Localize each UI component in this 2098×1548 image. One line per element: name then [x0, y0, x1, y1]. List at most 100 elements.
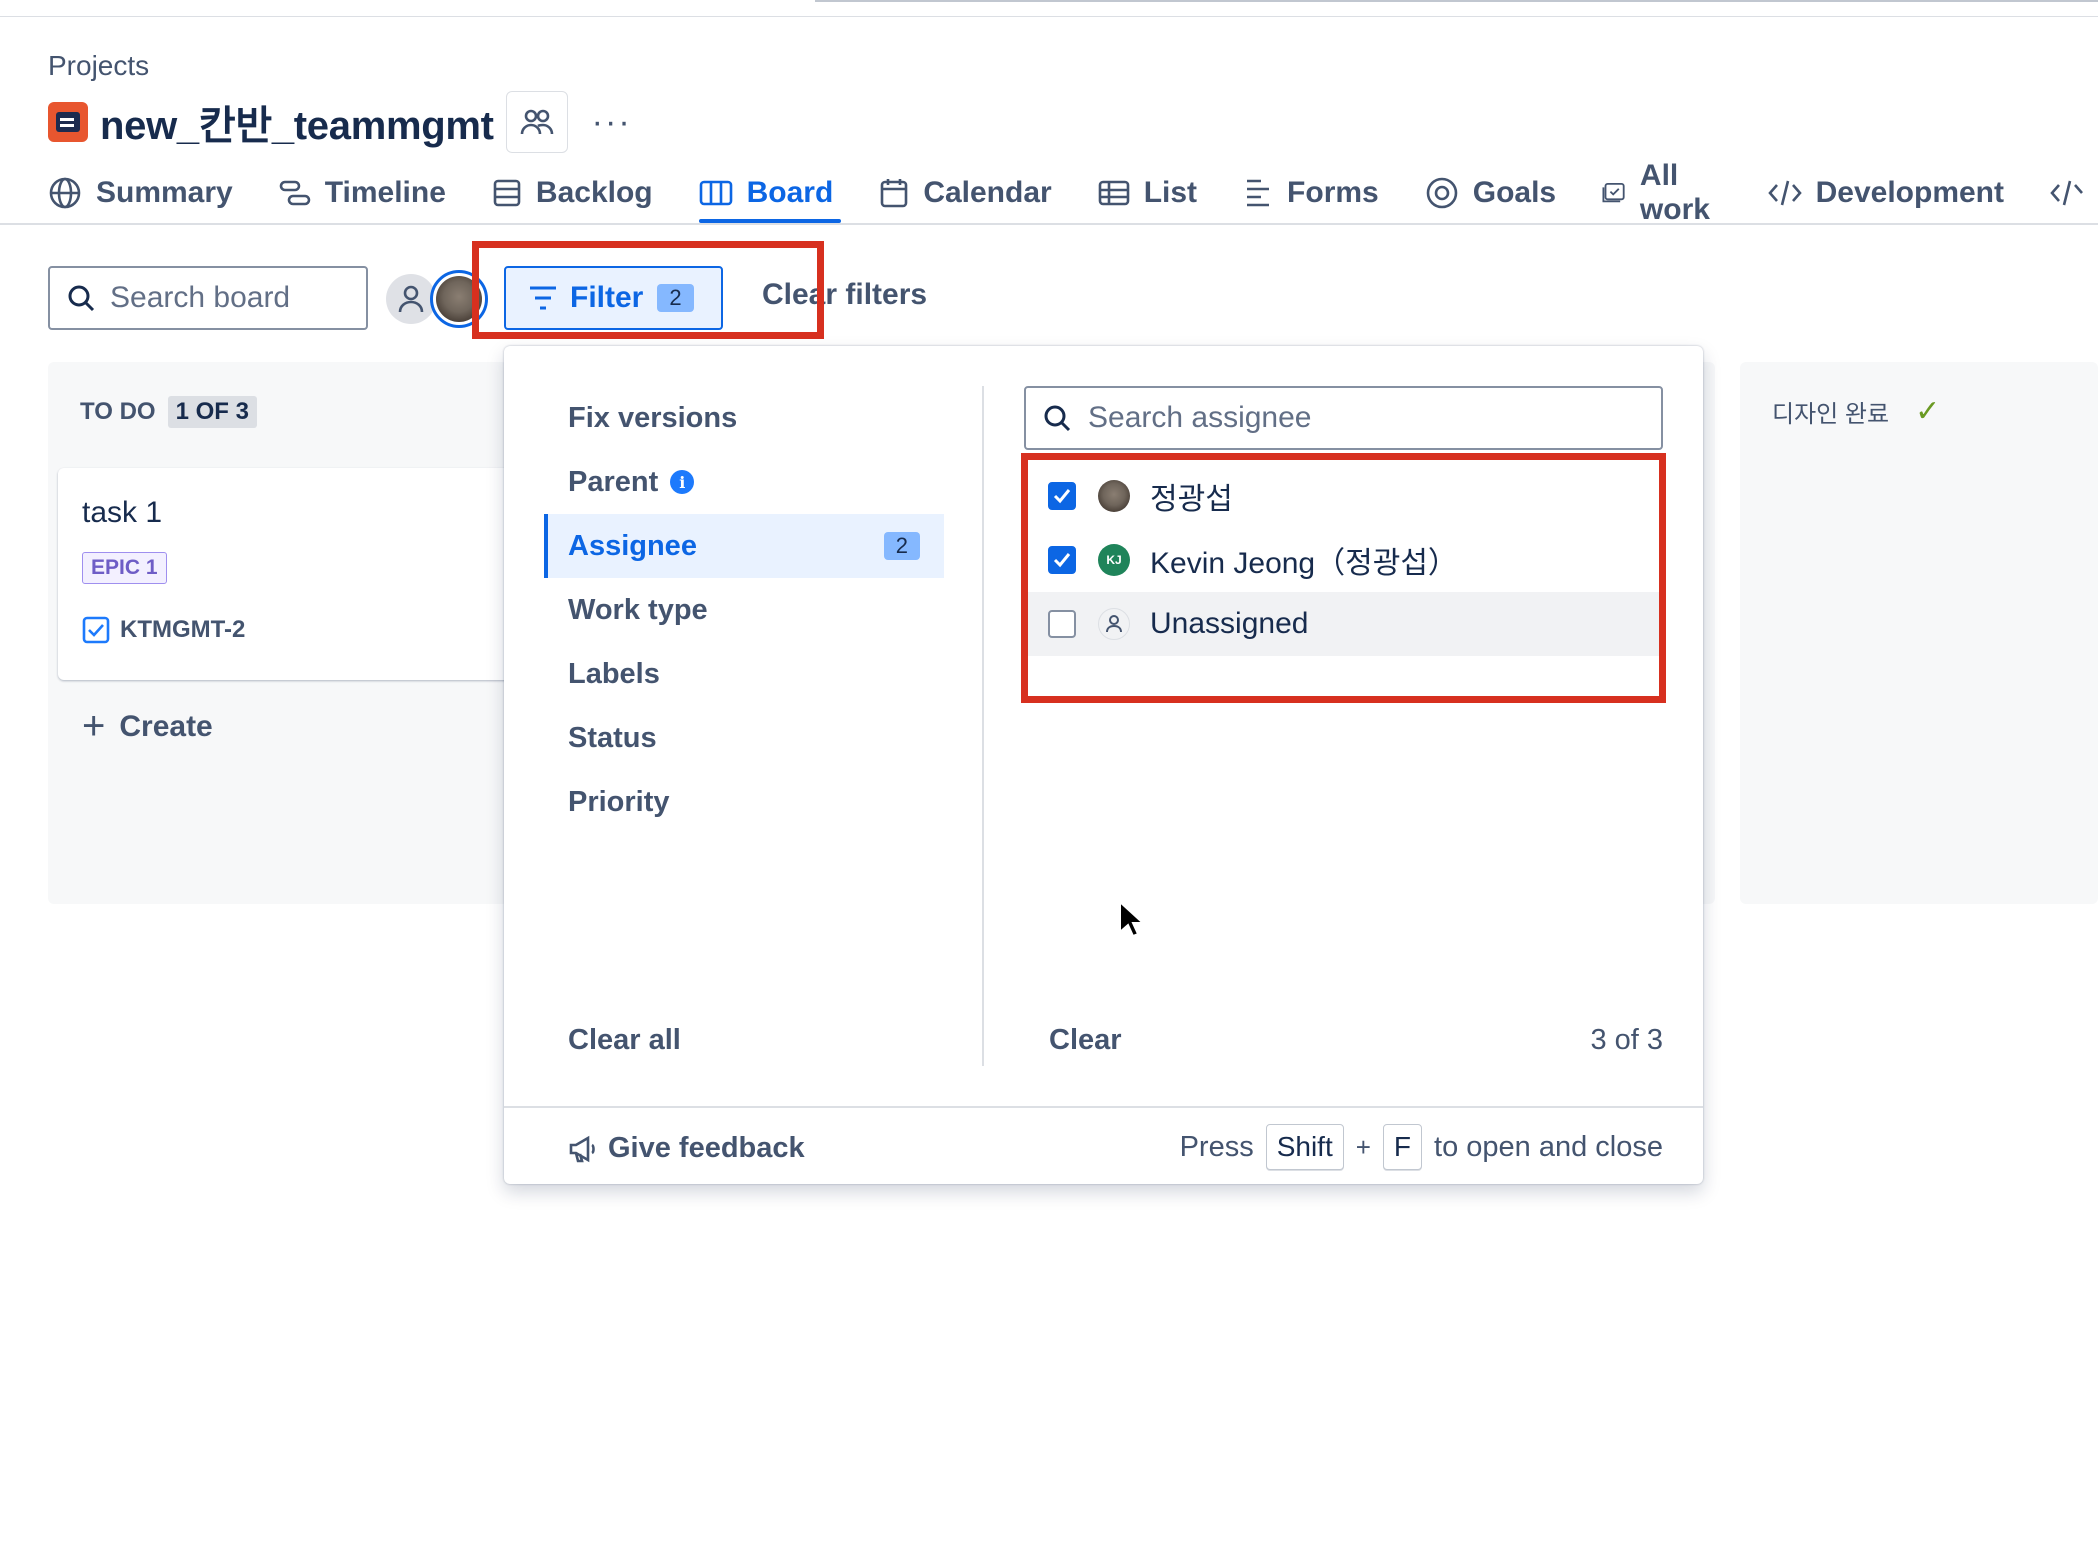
search-board-placeholder: Search board	[110, 281, 291, 314]
people-icon	[520, 109, 553, 135]
tab-board[interactable]: Board	[698, 168, 841, 223]
clear-button[interactable]: Clear	[1049, 1024, 1122, 1057]
filter-category-parent[interactable]: Parent i	[544, 450, 944, 514]
board-icon	[699, 180, 732, 206]
timeline-icon	[279, 180, 311, 206]
goals-icon	[1426, 177, 1458, 209]
work-item-card[interactable]: task 1 EPIC 1 KTMGMT-2	[58, 468, 518, 680]
project-icon	[48, 102, 88, 142]
tab-list[interactable]: List	[1098, 168, 1197, 218]
search-assignee-input[interactable]: Search assignee	[1024, 386, 1663, 450]
more-icon: ···	[591, 102, 632, 141]
tab-label: Calendar	[923, 176, 1052, 209]
highlight-box-assignees	[1021, 453, 1666, 703]
category-label: Parent	[568, 465, 659, 498]
tab-label: Goals	[1472, 176, 1557, 209]
tab-calendar[interactable]: Calendar	[879, 168, 1052, 218]
filter-category-fix-versions[interactable]: Fix versions	[544, 386, 944, 450]
breadcrumb[interactable]: Projects	[48, 50, 149, 82]
tab-label: All work	[1639, 159, 1710, 226]
code-icon	[1767, 180, 1802, 206]
tab-label: Timeline	[324, 176, 446, 209]
tab-backlog[interactable]: Backlog	[492, 168, 653, 218]
forms-icon	[1247, 179, 1270, 207]
code-icon	[2050, 180, 2083, 206]
shortcut-suffix: to open and close	[1434, 1130, 1663, 1163]
column-header: 디자인 완료 ✓	[1772, 394, 1940, 429]
column-title: 디자인 완료	[1772, 401, 1890, 428]
category-count-badge: 2	[883, 532, 920, 560]
all-work-icon	[1602, 182, 1625, 203]
filter-category-status[interactable]: Status	[544, 706, 944, 770]
plus-icon: +	[82, 704, 106, 748]
globe-icon	[49, 177, 81, 209]
tab-timeline[interactable]: Timeline	[279, 168, 446, 218]
person-icon	[398, 285, 424, 313]
tab-more-code[interactable]	[2050, 168, 2098, 218]
filter-category-priority[interactable]: Priority	[544, 770, 944, 834]
unassigned-avatar[interactable]	[386, 274, 436, 324]
top-divider	[0, 16, 2098, 17]
search-icon	[68, 285, 95, 312]
search-board-input[interactable]: Search board	[48, 266, 368, 330]
tab-development[interactable]: Development	[1767, 168, 2004, 218]
search-assignee-placeholder: Search assignee	[1088, 401, 1312, 434]
calendar-icon	[881, 179, 908, 208]
info-icon[interactable]: i	[670, 470, 695, 494]
category-label: Status	[568, 721, 657, 754]
category-label: Labels	[568, 657, 660, 690]
megaphone-icon	[569, 1135, 595, 1162]
filter-category-work-type[interactable]: Work type	[544, 578, 944, 642]
result-count: 3 of 3	[1590, 1024, 1663, 1056]
epic-lozenge: EPIC 1	[82, 552, 167, 584]
project-title: new_칸반_teammgmt	[100, 104, 494, 148]
card-title: task 1	[82, 496, 163, 529]
tab-label: List	[1143, 176, 1198, 209]
clear-all-button[interactable]: Clear all	[568, 1024, 681, 1057]
filter-category-labels[interactable]: Labels	[544, 642, 944, 706]
card-key: KTMGMT-2	[82, 616, 245, 644]
tab-summary[interactable]: Summary	[48, 168, 233, 218]
top-scroll-edge	[815, 0, 2098, 2]
create-label: Create	[119, 709, 213, 743]
tab-goals[interactable]: Goals	[1425, 168, 1556, 218]
tab-label: Board	[746, 176, 834, 209]
tabs-divider	[0, 223, 2098, 225]
mouse-cursor-icon	[1119, 900, 1146, 938]
create-button[interactable]: + Create	[82, 704, 213, 749]
tab-label: Forms	[1287, 176, 1379, 209]
filter-category-assignee[interactable]: Assignee 2	[544, 514, 944, 578]
filter-category-list: Fix versions Parent i Assignee 2 Work type…	[544, 386, 944, 834]
category-label: Fix versions	[568, 401, 738, 434]
search-icon	[1044, 405, 1071, 432]
tab-forms[interactable]: Forms	[1243, 168, 1379, 218]
column-todo: TO DO 1 OF 3 task 1 EPIC 1 KTMGMT-2 + Cr…	[48, 362, 518, 904]
tab-label: Development	[1815, 176, 2004, 209]
column-design-done: 디자인 완료 ✓	[1740, 362, 2098, 904]
feedback-label: Give feedback	[608, 1132, 805, 1164]
project-header: new_칸반_teammgmt ···	[48, 91, 642, 153]
keyboard-shortcut-hint: Press Shift + F to open and close	[1180, 1124, 1663, 1170]
column-count: 1 OF 3	[167, 396, 257, 428]
kbd-shift: Shift	[1265, 1124, 1344, 1170]
list-icon	[1098, 180, 1130, 206]
backlog-icon	[493, 179, 521, 207]
shortcut-press: Press	[1179, 1130, 1254, 1163]
project-tabs: Summary Timeline Backlog Board Calendar …	[48, 159, 2098, 226]
column-title: TO DO	[80, 398, 156, 425]
category-label: Work type	[568, 593, 708, 626]
people-button[interactable]	[505, 91, 568, 153]
more-actions-button[interactable]: ···	[582, 92, 642, 152]
tab-label: Backlog	[535, 176, 653, 209]
checkmark-icon: ✓	[1915, 395, 1941, 428]
give-feedback-button[interactable]: Give feedback	[568, 1132, 805, 1165]
shortcut-plus: +	[1355, 1131, 1371, 1162]
card-key-text: KTMGMT-2	[120, 616, 246, 643]
panel-divider	[982, 386, 984, 1066]
category-label: Assignee	[568, 529, 697, 562]
tab-label: Summary	[96, 176, 233, 209]
category-label: Priority	[568, 785, 670, 818]
tab-all-work[interactable]: All work	[1602, 159, 1722, 226]
footer-divider	[504, 1106, 1703, 1108]
highlight-box-filter	[472, 241, 824, 339]
